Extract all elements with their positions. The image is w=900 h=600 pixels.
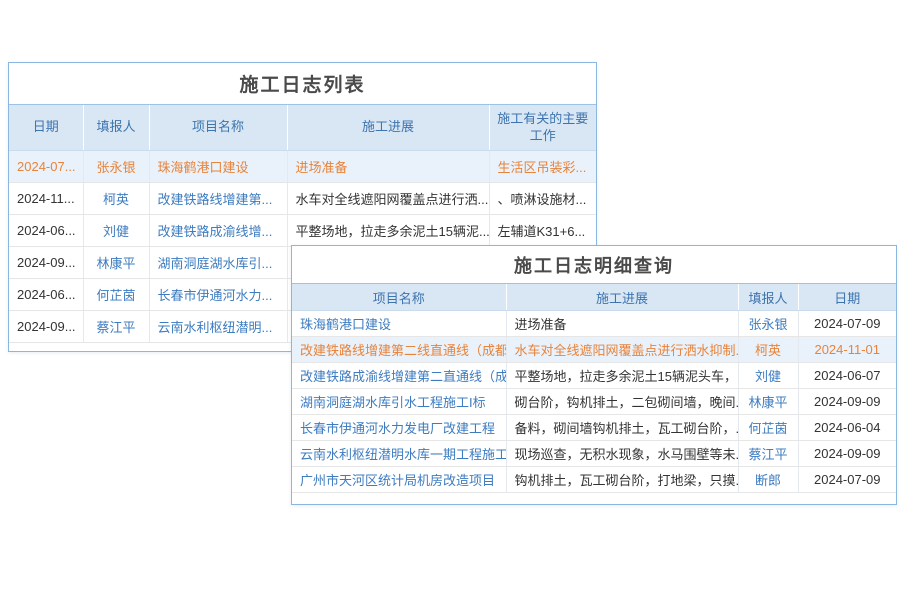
cell-reporter[interactable]: 何芷茵 bbox=[83, 279, 149, 311]
table-row[interactable]: 珠海鹤港口建设 进场准备 张永银 2024-07-09 bbox=[292, 311, 896, 337]
cell-reporter[interactable]: 何芷茵 bbox=[738, 415, 798, 441]
cell-progress: 平整场地，拉走多余泥土15辆泥头车，... bbox=[506, 363, 738, 389]
table-row[interactable]: 广州市天河区统计局机房改造项目 钩机排土，瓦工砌台阶，打地梁，只摸... 断郎 … bbox=[292, 467, 896, 493]
table-row[interactable]: 2024-07... 张永银 珠海鹤港口建设 进场准备 生活区吊装彩... bbox=[9, 151, 596, 183]
cell-date: 2024-06-07 bbox=[798, 363, 896, 389]
cell-date: 2024-06-04 bbox=[798, 415, 896, 441]
cell-progress: 钩机排土，瓦工砌台阶，打地梁，只摸... bbox=[506, 467, 738, 493]
table-header-row: 日期 填报人 项目名称 施工进展 施工有关的主要 工作 bbox=[9, 105, 596, 151]
col-header-main-work: 施工有关的主要 工作 bbox=[489, 105, 596, 151]
table-row[interactable]: 改建铁路线增建第二线直通线（成都-西 水车对全线遮阳网覆盖点进行洒水抑制... … bbox=[292, 337, 896, 363]
cell-project[interactable]: 云南水利枢纽潜明... bbox=[149, 311, 287, 343]
cell-date: 2024-09-09 bbox=[798, 389, 896, 415]
cell-date: 2024-09... bbox=[9, 311, 83, 343]
cell-date: 2024-09... bbox=[9, 247, 83, 279]
cell-progress: 水车对全线遮阳网覆盖点进行洒... bbox=[287, 183, 489, 215]
cell-project[interactable]: 云南水利枢纽潜明水库一期工程施工I标 bbox=[292, 441, 506, 467]
cell-date: 2024-07... bbox=[9, 151, 83, 183]
cell-main-work: 生活区吊装彩... bbox=[489, 151, 596, 183]
cell-date: 2024-06... bbox=[9, 215, 83, 247]
table-row[interactable]: 改建铁路成渝线增建第二直通线（成渝 平整场地，拉走多余泥土15辆泥头车，... … bbox=[292, 363, 896, 389]
col-header-date: 日期 bbox=[9, 105, 83, 151]
cell-project[interactable]: 珠海鹤港口建设 bbox=[149, 151, 287, 183]
cell-progress: 平整场地，拉走多余泥土15辆泥... bbox=[287, 215, 489, 247]
cell-date: 2024-07-09 bbox=[798, 467, 896, 493]
cell-date: 2024-07-09 bbox=[798, 311, 896, 337]
col-header-progress: 施工进展 bbox=[506, 284, 738, 311]
cell-reporter[interactable]: 张永银 bbox=[83, 151, 149, 183]
cell-date: 2024-09-09 bbox=[798, 441, 896, 467]
table-row[interactable]: 云南水利枢纽潜明水库一期工程施工I标 现场巡查，无积水现象，水马围壁等未... … bbox=[292, 441, 896, 467]
cell-reporter[interactable]: 张永银 bbox=[738, 311, 798, 337]
col-header-reporter: 填报人 bbox=[738, 284, 798, 311]
cell-progress: 水车对全线遮阳网覆盖点进行洒水抑制... bbox=[506, 337, 738, 363]
cell-project[interactable]: 长春市伊通河水力... bbox=[149, 279, 287, 311]
col-header-project: 项目名称 bbox=[149, 105, 287, 151]
cell-progress: 现场巡查，无积水现象，水马围壁等未... bbox=[506, 441, 738, 467]
cell-project[interactable]: 湖南洞庭湖水库引... bbox=[149, 247, 287, 279]
cell-main-work: 左辅道K31+6... bbox=[489, 215, 596, 247]
construction-log-detail-window: 施工日志明细查询 项目名称 施工进展 填报人 日期 珠海鹤港口建设 进场准备 张… bbox=[291, 245, 897, 505]
cell-progress: 进场准备 bbox=[506, 311, 738, 337]
table-header-row: 项目名称 施工进展 填报人 日期 bbox=[292, 284, 896, 311]
table-row[interactable]: 2024-06... 刘健 改建铁路成渝线增... 平整场地，拉走多余泥土15辆… bbox=[9, 215, 596, 247]
cell-reporter[interactable]: 蔡江平 bbox=[83, 311, 149, 343]
cell-project[interactable]: 改建铁路线增建第二线直通线（成都-西 bbox=[292, 337, 506, 363]
cell-project[interactable]: 珠海鹤港口建设 bbox=[292, 311, 506, 337]
page-background: 施工日志列表 日期 填报人 项目名称 施工进展 施工有关的主要 工作 2024-… bbox=[0, 0, 900, 600]
cell-project[interactable]: 长春市伊通河水力发电厂改建工程 bbox=[292, 415, 506, 441]
cell-reporter[interactable]: 林康平 bbox=[83, 247, 149, 279]
cell-reporter[interactable]: 刘健 bbox=[738, 363, 798, 389]
cell-date: 2024-11-01 bbox=[798, 337, 896, 363]
cell-reporter[interactable]: 柯英 bbox=[738, 337, 798, 363]
cell-reporter[interactable]: 断郎 bbox=[738, 467, 798, 493]
table-row[interactable]: 长春市伊通河水力发电厂改建工程 备料，砌间墙钩机排土，瓦工砌台阶，... 何芷茵… bbox=[292, 415, 896, 441]
cell-progress: 砌台阶，钩机排土，二包砌间墙，晚间... bbox=[506, 389, 738, 415]
cell-project[interactable]: 改建铁路线增建第... bbox=[149, 183, 287, 215]
cell-project[interactable]: 改建铁路成渝线增... bbox=[149, 215, 287, 247]
cell-project[interactable]: 湖南洞庭湖水库引水工程施工I标 bbox=[292, 389, 506, 415]
cell-progress: 备料，砌间墙钩机排土，瓦工砌台阶，... bbox=[506, 415, 738, 441]
cell-reporter[interactable]: 蔡江平 bbox=[738, 441, 798, 467]
construction-log-list-title: 施工日志列表 bbox=[9, 63, 596, 104]
table-row[interactable]: 湖南洞庭湖水库引水工程施工I标 砌台阶，钩机排土，二包砌间墙，晚间... 林康平… bbox=[292, 389, 896, 415]
cell-date: 2024-06... bbox=[9, 279, 83, 311]
cell-main-work: 、喷淋设施材... bbox=[489, 183, 596, 215]
cell-reporter[interactable]: 林康平 bbox=[738, 389, 798, 415]
col-header-project: 项目名称 bbox=[292, 284, 506, 311]
cell-project[interactable]: 广州市天河区统计局机房改造项目 bbox=[292, 467, 506, 493]
col-header-reporter: 填报人 bbox=[83, 105, 149, 151]
construction-log-detail-table: 项目名称 施工进展 填报人 日期 珠海鹤港口建设 进场准备 张永银 2024-0… bbox=[292, 283, 896, 493]
cell-project[interactable]: 改建铁路成渝线增建第二直通线（成渝 bbox=[292, 363, 506, 389]
table-row[interactable]: 2024-11... 柯英 改建铁路线增建第... 水车对全线遮阳网覆盖点进行洒… bbox=[9, 183, 596, 215]
construction-log-detail-title: 施工日志明细查询 bbox=[292, 246, 896, 283]
cell-reporter[interactable]: 柯英 bbox=[83, 183, 149, 215]
col-header-progress: 施工进展 bbox=[287, 105, 489, 151]
col-header-date: 日期 bbox=[798, 284, 896, 311]
cell-progress: 进场准备 bbox=[287, 151, 489, 183]
cell-date: 2024-11... bbox=[9, 183, 83, 215]
cell-reporter[interactable]: 刘健 bbox=[83, 215, 149, 247]
